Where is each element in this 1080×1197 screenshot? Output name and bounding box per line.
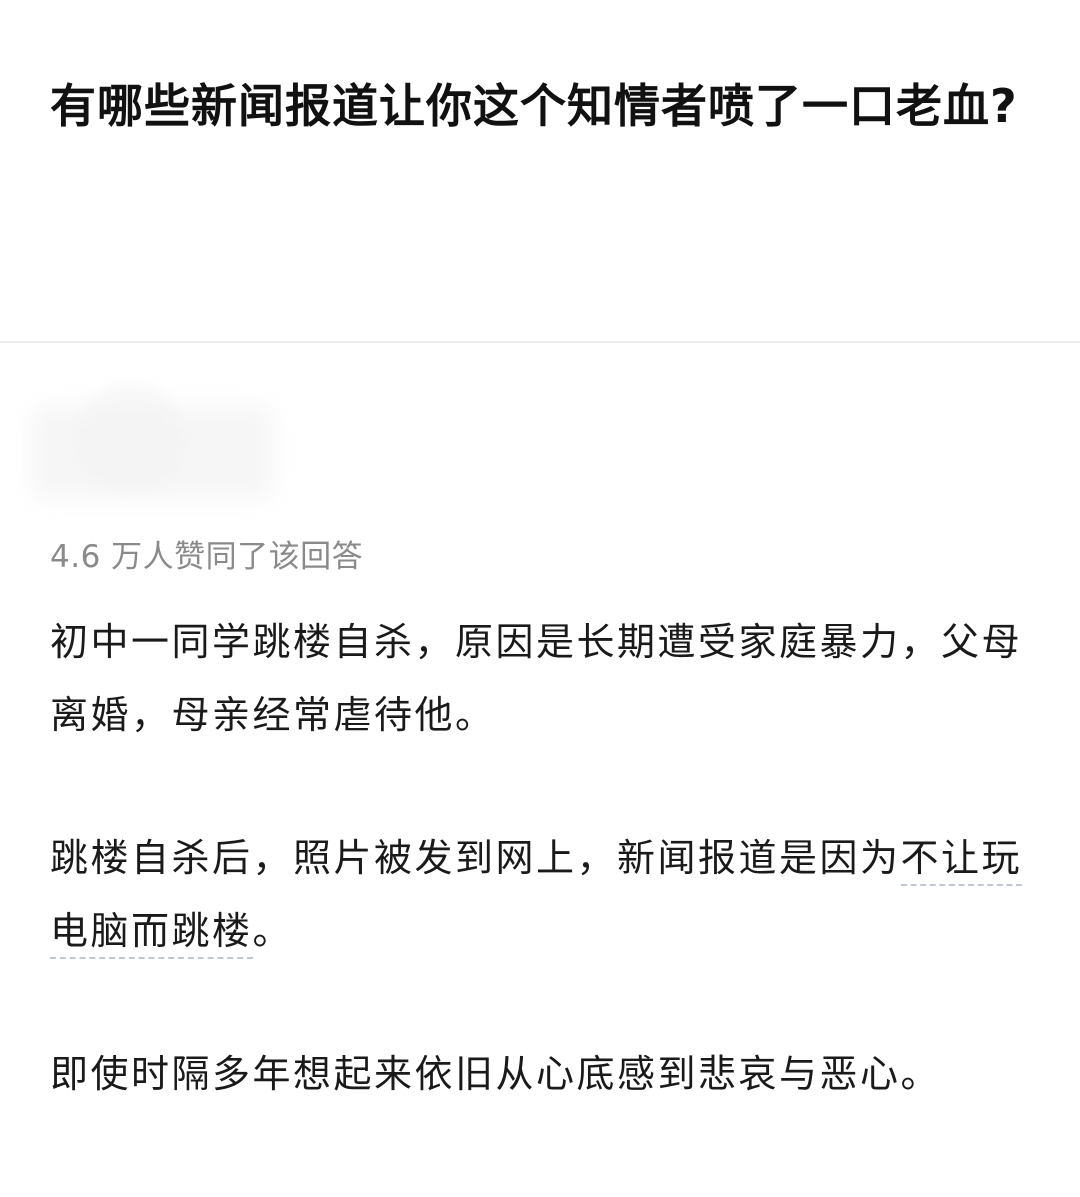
- answer-paragraph-2-after: 。: [252, 909, 294, 953]
- question-title[interactable]: 有哪些新闻报道让你这个知情者喷了一口老血?: [50, 70, 1040, 143]
- answer-paragraph-2-before: 跳楼自杀后，照片被发到网上，新闻报道是因为: [50, 836, 901, 880]
- answer-paragraph-2: 跳楼自杀后，照片被发到网上，新闻报道是因为不让玩电脑而跳楼。: [50, 822, 1035, 968]
- section-divider: [0, 341, 1080, 343]
- vote-count-text: 4.6 万人赞同了该回答: [50, 539, 364, 575]
- answer-content: 初中一同学跳楼自杀，原因是长期遭受家庭暴力，父母离婚，母亲经常虐待他。 跳楼自杀…: [50, 606, 1035, 1111]
- avatar[interactable]: [75, 383, 185, 493]
- answer-paragraph-1: 初中一同学跳楼自杀，原因是长期遭受家庭暴力，父母离婚，母亲经常虐待他。: [50, 620, 1023, 737]
- author-info-redacted[interactable]: [30, 375, 290, 515]
- answer-paragraph-3: 即使时隔多年想起来依旧从心底感到悲哀与恶心。: [50, 1052, 942, 1096]
